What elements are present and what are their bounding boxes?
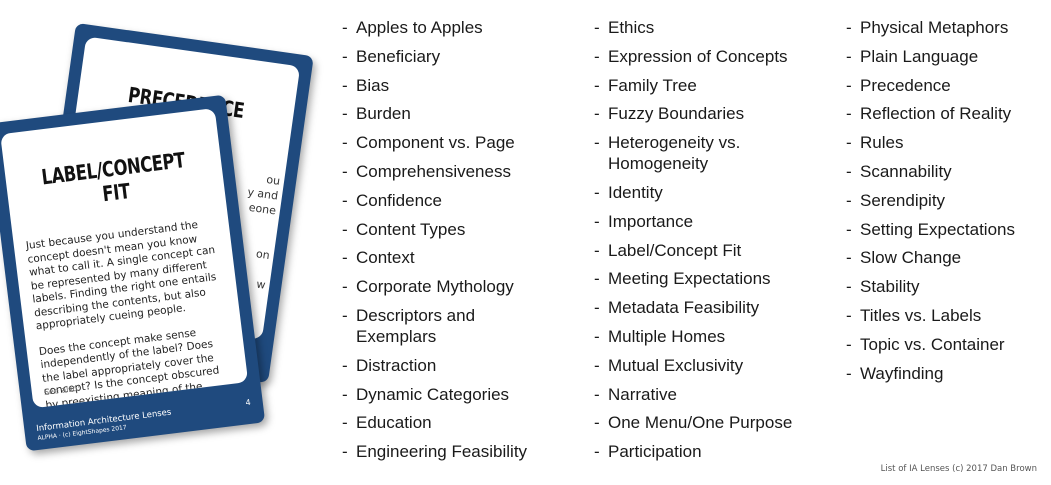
lens-item: Apples to Apples bbox=[342, 17, 527, 38]
card-footer: Information Architecture Lenses ALPHA · … bbox=[36, 398, 253, 442]
lens-item: Distraction bbox=[342, 355, 527, 376]
copyright-credit: List of IA Lenses (c) 2017 Dan Brown bbox=[880, 464, 1037, 474]
lens-item: Importance bbox=[594, 211, 792, 232]
lens-item: Narrative bbox=[594, 384, 792, 405]
lens-item: Slow Change bbox=[846, 247, 1015, 268]
lens-item: Fuzzy Boundaries bbox=[594, 103, 792, 124]
card-front-body: Just because you understand the concept … bbox=[13, 215, 248, 408]
lens-item: Dynamic Categories bbox=[342, 384, 527, 405]
card-back-fragment: ou bbox=[265, 172, 281, 188]
lens-item: Corporate Mythology bbox=[342, 276, 527, 297]
lens-item: Multiple Homes bbox=[594, 326, 792, 347]
card-questions: Does the concept make sense independentl… bbox=[38, 326, 220, 409]
lens-item: Metadata Feasibility bbox=[594, 297, 792, 318]
lens-item: Bias bbox=[342, 75, 527, 96]
card-back-fragment: w bbox=[255, 277, 267, 292]
lens-item: Label/Concept Fit bbox=[594, 240, 792, 261]
lens-item: Plain Language bbox=[846, 46, 1015, 67]
lens-item: Heterogeneity vs. Homogeneity bbox=[594, 132, 792, 174]
lens-item: Beneficiary bbox=[342, 46, 527, 67]
lens-item: Content Types bbox=[342, 219, 527, 240]
lens-list-column-3: Physical Metaphors Plain Language Preceden… bbox=[846, 17, 1015, 391]
lens-item: Confidence bbox=[342, 190, 527, 211]
card-front-face: LABEL/CONCEPT FIT Just because you under… bbox=[0, 107, 249, 409]
lens-item: Precedence bbox=[846, 75, 1015, 96]
lens-card-front: LABEL/CONCEPT FIT Just because you under… bbox=[0, 94, 266, 452]
card-back-fragment: eone bbox=[248, 200, 277, 218]
lens-item: Burden bbox=[342, 103, 527, 124]
lens-list-column-1: Apples to Apples Beneficiary Bias Burden Com… bbox=[342, 17, 527, 470]
lens-item: Comprehensiveness bbox=[342, 161, 527, 182]
lens-item: Education bbox=[342, 412, 527, 433]
lens-item: Meeting Expectations bbox=[594, 268, 792, 289]
lens-item: Titles vs. Labels bbox=[846, 305, 1015, 326]
lens-item: Descriptors and Exemplars bbox=[342, 305, 527, 347]
card-description: Just because you understand the concept … bbox=[25, 218, 217, 333]
lens-item: Scannability bbox=[846, 161, 1015, 182]
lens-item: Participation bbox=[594, 441, 792, 462]
lens-item: Identity bbox=[594, 182, 792, 203]
card-front-title: LABEL/CONCEPT FIT bbox=[40, 148, 187, 207]
lens-item: Mutual Exclusivity bbox=[594, 355, 792, 376]
lens-item: Component vs. Page bbox=[342, 132, 527, 153]
lens-list-column-2: Ethics Expression of Concepts Family Tree F… bbox=[594, 17, 792, 470]
lens-item: Ethics bbox=[594, 17, 792, 38]
card-back-fragment: on bbox=[255, 247, 271, 263]
lens-item: Setting Expectations bbox=[846, 219, 1015, 240]
lens-item: Wayfinding bbox=[846, 363, 1015, 384]
lens-item: Context bbox=[342, 247, 527, 268]
card-number: 4 bbox=[245, 397, 252, 408]
lens-item: Engineering Feasibility bbox=[342, 441, 527, 462]
lens-item: Topic vs. Container bbox=[846, 334, 1015, 355]
lens-item: Physical Metaphors bbox=[846, 17, 1015, 38]
lens-item: Rules bbox=[846, 132, 1015, 153]
lens-item: One Menu/One Purpose bbox=[594, 412, 792, 433]
lens-item: Expression of Concepts bbox=[594, 46, 792, 67]
lens-item: Family Tree bbox=[594, 75, 792, 96]
lens-item: Serendipity bbox=[846, 190, 1015, 211]
lens-item: Stability bbox=[846, 276, 1015, 297]
lens-item: Reflection of Reality bbox=[846, 103, 1015, 124]
